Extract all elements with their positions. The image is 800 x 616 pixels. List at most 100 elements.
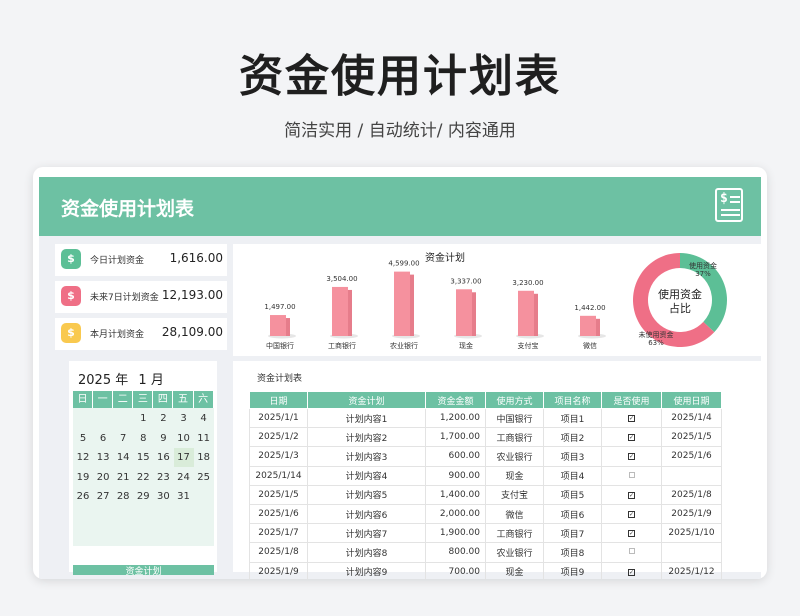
plan-table: 日期 资金计划 资金金额 使用方式 项目名称 是否使用 使用日期 2025/1/1 计划内容1… xyxy=(249,391,722,579)
checkbox-checked-icon[interactable]: ✓ xyxy=(628,491,635,499)
calendar-day[interactable]: 14 xyxy=(113,448,133,467)
used-checkbox-cell[interactable]: ✓ xyxy=(601,446,662,467)
calendar-day[interactable]: 5 xyxy=(73,429,93,448)
table-cell: 计划内容2 xyxy=(307,427,426,448)
table-cell: 农业银行 xyxy=(485,446,544,467)
calendar-day[interactable]: 4 xyxy=(194,409,214,428)
table-column-header[interactable]: 使用方式 xyxy=(485,391,544,409)
calendar-day[interactable]: 1 xyxy=(133,409,153,428)
table-cell: 600.00 xyxy=(425,446,486,467)
checkbox-unchecked-icon[interactable] xyxy=(628,471,635,478)
calendar-day[interactable]: 23 xyxy=(153,468,173,487)
slice-name-label: 未使用资金 xyxy=(639,330,674,339)
table-row: 2025/1/3 计划内容3 600.00 农业银行 项目3 ✓ 2025/1/6 xyxy=(249,446,722,467)
checkbox-checked-icon[interactable]: ✓ xyxy=(628,568,635,576)
bar-side xyxy=(534,293,538,336)
calendar-day[interactable]: 6 xyxy=(93,429,113,448)
dashboard-card: 资金使用计划表 $ $ 今日计划资金 1,616.00 $ 未来7日计划资金 1… xyxy=(33,167,767,579)
calendar-day[interactable]: 26 xyxy=(73,487,93,506)
bar-side xyxy=(286,318,290,336)
table-cell: 项目9 xyxy=(543,561,602,579)
calendar-day[interactable]: 18 xyxy=(194,448,214,467)
table-row: 2025/1/6 计划内容6 2,000.00 微信 项目6 ✓ 2025/1/9 xyxy=(249,503,722,525)
table-cell: 900.00 xyxy=(425,465,486,486)
table-column-header[interactable]: 资金金额 xyxy=(425,391,486,409)
bar-category-label: 农业银行 xyxy=(390,341,418,350)
stat-value: 28,109.00 xyxy=(161,325,223,339)
calendar-day[interactable]: 29 xyxy=(133,487,153,506)
used-checkbox-cell[interactable]: ✓ xyxy=(601,503,662,525)
table-cell: 2025/1/3 xyxy=(249,446,308,467)
calendar-day[interactable]: 9 xyxy=(153,429,173,448)
calendar-day[interactable]: 21 xyxy=(113,468,133,487)
calendar-day[interactable]: 20 xyxy=(93,468,113,487)
calendar-day[interactable]: 27 xyxy=(93,487,113,506)
stat-label: 今日计划资金 xyxy=(90,256,145,266)
calendar-day[interactable]: 2 xyxy=(153,409,173,428)
calendar-day[interactable]: 31 xyxy=(174,487,194,506)
money-bag-icon: $ xyxy=(61,286,81,306)
calendar-day[interactable]: 3 xyxy=(174,409,194,428)
calendar-day[interactable]: 10 xyxy=(174,429,194,448)
calendar-day[interactable]: 28 xyxy=(113,487,133,506)
calendar-day[interactable]: 12 xyxy=(73,448,93,467)
bar-mark xyxy=(456,289,472,336)
table-cell: 项目7 xyxy=(543,523,602,544)
calendar-day[interactable]: 13 xyxy=(93,448,113,467)
checkbox-checked-icon[interactable]: ✓ xyxy=(628,530,635,538)
used-checkbox-cell[interactable] xyxy=(601,465,662,486)
table-cell: 1,400.00 xyxy=(425,484,486,505)
bar-mark xyxy=(332,286,348,336)
table-cell: 计划内容1 xyxy=(307,407,426,429)
table-cell: 项目8 xyxy=(543,542,602,563)
checkbox-checked-icon[interactable]: ✓ xyxy=(628,415,635,423)
checkbox-checked-icon[interactable]: ✓ xyxy=(628,453,635,461)
calendar-day[interactable]: 7 xyxy=(113,429,133,448)
calendar-day[interactable]: 11 xyxy=(194,429,214,448)
table-column-header[interactable]: 使用日期 xyxy=(661,391,722,409)
table-cell: 2025/1/5 xyxy=(661,427,722,448)
table-column-header[interactable]: 日期 xyxy=(249,391,308,409)
table-column-header[interactable]: 资金计划 xyxy=(307,391,426,409)
checkbox-checked-icon[interactable]: ✓ xyxy=(628,434,635,442)
used-checkbox-cell[interactable]: ✓ xyxy=(601,561,662,579)
calendar-year: 2025 xyxy=(78,373,112,388)
table-cell: 2025/1/8 xyxy=(249,542,308,563)
calendar-day[interactable]: 15 xyxy=(133,448,153,467)
calendar-day[interactable]: 16 xyxy=(153,448,173,467)
used-checkbox-cell[interactable] xyxy=(601,542,662,563)
table-cell: 2025/1/9 xyxy=(661,503,722,525)
table-cell: 2025/1/8 xyxy=(661,484,722,505)
page-hero-subtitle: 简洁实用 / 自动统计/ 内容通用 xyxy=(284,121,516,141)
calendar-day[interactable]: 30 xyxy=(153,487,173,506)
calendar-day[interactable]: 17 xyxy=(173,448,194,467)
table-cell: 2025/1/5 xyxy=(249,484,308,505)
table-cell: 计划内容7 xyxy=(307,523,426,544)
table-column-header[interactable]: 项目名称 xyxy=(543,391,602,409)
calendar-day[interactable]: 22 xyxy=(133,468,153,487)
bar-category-label: 中国银行 xyxy=(266,341,294,350)
table-column-header[interactable]: 是否使用 xyxy=(601,391,662,409)
calendar-day[interactable]: 24 xyxy=(174,468,194,487)
table-cell: 支付宝 xyxy=(485,484,544,505)
calendar-day[interactable]: 25 xyxy=(194,468,214,487)
calendar-day[interactable]: 8 xyxy=(133,429,153,448)
calendar-day[interactable]: 19 xyxy=(73,468,93,487)
checkbox-checked-icon[interactable]: ✓ xyxy=(628,511,635,519)
money-bag-icon: $ xyxy=(61,323,81,343)
checkbox-unchecked-icon[interactable] xyxy=(628,548,635,555)
bar-category-label: 现金 xyxy=(459,341,473,350)
table-title: 资金计划表 xyxy=(257,374,303,384)
table-cell: 工商银行 xyxy=(485,427,544,448)
table-cell: 现金 xyxy=(485,561,544,579)
page-hero-title: 资金使用计划表 xyxy=(239,51,561,102)
weekday-header: 五 xyxy=(173,391,194,408)
calendar-weekdays: 日一二三四五六 xyxy=(73,391,214,408)
table-cell: 项目1 xyxy=(543,407,602,429)
used-checkbox-cell[interactable]: ✓ xyxy=(601,407,662,429)
table-row: 2025/1/14 计划内容4 900.00 现金 项目4 xyxy=(249,465,722,486)
used-checkbox-cell[interactable]: ✓ xyxy=(601,427,662,448)
used-checkbox-cell[interactable]: ✓ xyxy=(601,523,662,544)
table-cell: 工商银行 xyxy=(485,523,544,544)
used-checkbox-cell[interactable]: ✓ xyxy=(601,484,662,505)
